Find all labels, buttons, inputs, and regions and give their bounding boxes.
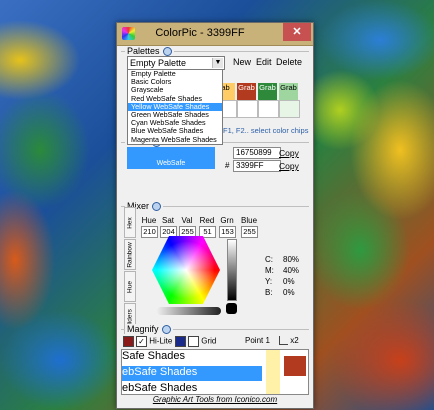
close-button[interactable]: ✕ xyxy=(283,23,311,41)
mixer-tabs: Hex Rainbow Hue Sliders xyxy=(124,207,136,334)
cmyk-key: M: xyxy=(265,266,274,275)
palette-hint: F1, F2.. select color chips xyxy=(223,126,309,135)
edit-palette-button[interactable]: Edit xyxy=(256,57,272,67)
magenta-readout: M: 40% xyxy=(265,266,299,275)
grid-checkbox[interactable] xyxy=(188,336,199,347)
magnified-text: ebSafe Shades xyxy=(122,366,198,378)
cmyk-value: 0% xyxy=(283,277,295,286)
hilite-color[interactable]: ✓ Hi-Lite xyxy=(123,336,172,347)
palette-chip-8[interactable] xyxy=(279,100,300,118)
hue-field[interactable]: 210 xyxy=(141,226,158,238)
cyan-readout: C: 80% xyxy=(265,255,299,264)
palette-chip-7[interactable] xyxy=(258,100,279,118)
grid-color[interactable]: Grid xyxy=(175,336,216,347)
magnifier-view[interactable]: Safe Shades ebSafe Shades ebSafe Shades xyxy=(121,349,309,395)
copy-hex-button[interactable]: Copy xyxy=(279,161,299,171)
decimal-value-field[interactable]: 16750899 xyxy=(233,147,281,159)
hex-value-field[interactable]: 3399FF xyxy=(233,160,281,172)
hilite-checkbox[interactable]: ✓ xyxy=(136,336,147,347)
magnify-group-label: Magnify xyxy=(125,324,173,335)
cmyk-key: C: xyxy=(265,255,273,264)
magnified-yellow-area xyxy=(266,350,280,394)
magnify-toggle-icon[interactable] xyxy=(161,325,171,335)
magnify-label: Magnify xyxy=(127,324,159,334)
zoom-label: x2 xyxy=(290,336,299,345)
palette-chip-6[interactable] xyxy=(237,100,258,118)
dropdown-option[interactable]: Magenta WebSafe Shades xyxy=(128,135,222,144)
header-hue: Hue xyxy=(141,216,157,225)
hilite-label: Hi-Lite xyxy=(149,336,173,346)
palette-dropdown-list[interactable]: Empty Palette Basic Colors Grayscale Red… xyxy=(127,69,223,145)
header-red: Red xyxy=(199,216,215,225)
window-title: ColorPic - 3399FF xyxy=(155,27,245,39)
colorpic-window: ColorPic - 3399FF ✕ Palettes Empty Palet… xyxy=(116,22,314,409)
black-readout: B: 0% xyxy=(265,288,295,297)
magnified-text: Safe Shades xyxy=(122,350,185,362)
tab-label: Rainbow xyxy=(126,241,134,268)
zoom-option[interactable]: x2 xyxy=(279,336,299,346)
palette-chip-4[interactable]: Grab xyxy=(279,83,298,100)
hex-prefix: # xyxy=(225,161,230,170)
chevron-down-icon[interactable]: ▼ xyxy=(212,58,223,68)
cmyk-key: Y: xyxy=(265,277,273,286)
mixer-toggle-icon[interactable] xyxy=(152,202,161,212)
palette-chip-2[interactable]: Grab xyxy=(237,83,256,100)
header-sat: Sat xyxy=(161,216,174,225)
magnified-text: ebSafe Shades xyxy=(122,382,198,394)
footer-link[interactable]: Graphic Art Tools from Iconico.com xyxy=(117,395,313,404)
tab-hue[interactable]: Hue xyxy=(124,271,136,302)
palettes-toggle-icon[interactable] xyxy=(162,47,172,57)
cmyk-value: 0% xyxy=(283,288,295,297)
palettes-group-label: Palettes xyxy=(125,46,174,57)
header-val: Val xyxy=(181,216,193,225)
black-swatch[interactable] xyxy=(226,303,237,314)
new-palette-button[interactable]: New xyxy=(233,57,251,67)
tab-hex[interactable]: Hex xyxy=(124,207,136,238)
tab-rainbow[interactable]: Rainbow xyxy=(124,239,136,270)
brightness-bar[interactable] xyxy=(227,239,237,301)
delete-palette-button[interactable]: Delete xyxy=(276,57,302,67)
blue-field[interactable]: 255 xyxy=(241,226,258,238)
tab-label: Hue xyxy=(126,280,134,293)
palette-select[interactable]: Empty Palette ▼ xyxy=(127,56,225,70)
color-swatch[interactable]: WebSafe xyxy=(127,147,215,169)
yellow-readout: Y: 0% xyxy=(265,277,295,286)
palettes-label: Palettes xyxy=(127,46,160,56)
grayscale-row[interactable] xyxy=(157,307,221,315)
cmyk-key: B: xyxy=(265,288,273,297)
title-bar[interactable]: ColorPic - 3399FF ✕ xyxy=(117,23,313,46)
hex-wheel-center xyxy=(152,236,220,304)
hilite-swatch[interactable] xyxy=(123,336,134,347)
grid-swatch[interactable] xyxy=(175,336,186,347)
palette-select-value: Empty Palette xyxy=(130,58,187,68)
magnified-red-chip xyxy=(284,356,306,376)
grid-label: Grid xyxy=(201,336,217,346)
cmyk-value: 80% xyxy=(283,255,300,264)
zoom-icon xyxy=(279,336,288,346)
point-size[interactable]: Point 1 xyxy=(245,336,270,345)
header-grn: Grn xyxy=(220,216,234,225)
header-blue: Blue xyxy=(241,216,258,225)
tab-label: Hex xyxy=(126,216,134,229)
grn-field[interactable]: 153 xyxy=(219,226,236,238)
copy-decimal-button[interactable]: Copy xyxy=(279,148,299,158)
cmyk-value: 40% xyxy=(283,266,300,275)
palette-chip-3[interactable]: Grab xyxy=(258,83,277,100)
